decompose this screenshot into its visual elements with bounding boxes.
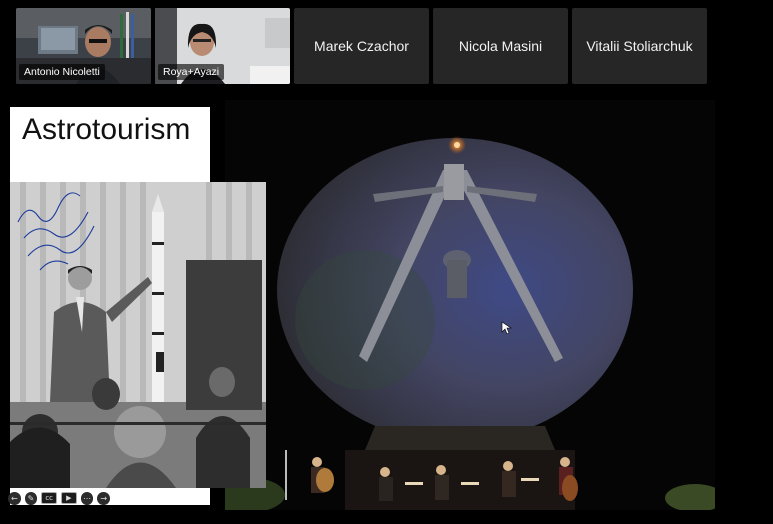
more-icon[interactable]: ⋯ bbox=[80, 491, 94, 505]
participant-strip: Antonio Nicoletti Roya+Ayazi Marek Czach… bbox=[16, 8, 708, 84]
historical-photo bbox=[10, 182, 266, 488]
arrow-left-icon[interactable]: ← bbox=[8, 491, 21, 505]
participant-name: Marek Czachor bbox=[314, 38, 409, 54]
captions-icon[interactable]: cc bbox=[41, 492, 57, 504]
shared-screen: Astrotourism ← ✎ cc ▶ ⋯ → bbox=[0, 100, 773, 524]
participant-tile-marek[interactable]: Marek Czachor bbox=[294, 8, 429, 84]
participant-tile-vitalii[interactable]: Vitalii Stoliarchuk bbox=[572, 8, 707, 84]
arrow-right-icon[interactable]: → bbox=[97, 491, 110, 505]
pen-icon[interactable]: ✎ bbox=[24, 491, 38, 505]
presentation-toolbar: ← ✎ cc ▶ ⋯ → bbox=[8, 488, 110, 508]
participant-name: Roya+Ayazi bbox=[158, 64, 225, 80]
participant-tile-antonio[interactable]: Antonio Nicoletti bbox=[16, 8, 151, 84]
participant-tile-nicola[interactable]: Nicola Masini bbox=[433, 8, 568, 84]
participant-name: Nicola Masini bbox=[458, 38, 543, 54]
participant-name: Vitalii Stoliarchuk bbox=[586, 38, 693, 54]
radio-telescope-photo bbox=[225, 100, 715, 510]
video-icon[interactable]: ▶ bbox=[61, 492, 77, 504]
participant-name: Antonio Nicoletti bbox=[19, 64, 105, 80]
participant-tile-roya[interactable]: Roya+Ayazi bbox=[155, 8, 290, 84]
slide-title: Astrotourism bbox=[22, 113, 191, 146]
